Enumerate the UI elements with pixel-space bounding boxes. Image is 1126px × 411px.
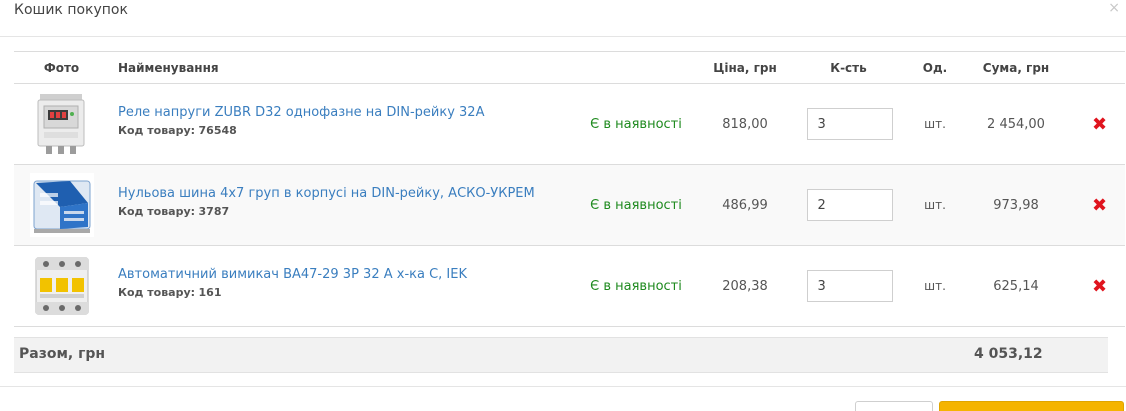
product-photo-cell xyxy=(14,245,109,327)
product-code: Код товару: 76548 xyxy=(118,124,573,137)
modal-title: Кошик покупок xyxy=(14,2,128,18)
unit-cell: шт. xyxy=(906,245,964,327)
stock-cell: Є в наявності xyxy=(573,164,699,246)
qty-cell xyxy=(791,164,906,246)
price-cell: 486,99 xyxy=(699,164,791,246)
qty-cell xyxy=(791,245,906,327)
stock-status: Є в наявності xyxy=(590,197,682,213)
stock-status: Є в наявності xyxy=(590,278,682,294)
continue-shopping-button[interactable] xyxy=(855,401,933,411)
sum-cell: 973,98 xyxy=(964,164,1068,246)
total-row: Разом, грн 4 053,12 xyxy=(14,337,1108,373)
header-photo: Фото xyxy=(14,51,109,84)
circuit-breaker-image[interactable] xyxy=(29,254,94,318)
product-code: Код товару: 3787 xyxy=(118,205,573,218)
neutral-busbar-image[interactable] xyxy=(29,173,94,237)
delete-icon[interactable]: ✖ xyxy=(1092,276,1107,297)
unit-cell: шт. xyxy=(906,164,964,246)
product-code-value: 3787 xyxy=(198,205,230,218)
product-name-link[interactable]: Нульова шина 4х7 груп в корпусі на DIN-р… xyxy=(118,186,573,201)
table-row: Нульова шина 4х7 груп в корпусі на DIN-р… xyxy=(14,164,1125,246)
delete-icon[interactable]: ✖ xyxy=(1092,114,1107,135)
total-value: 4 053,12 xyxy=(974,346,1043,362)
product-info-cell: Нульова шина 4х7 груп в корпусі на DIN-р… xyxy=(109,164,573,246)
unit-label: шт. xyxy=(924,197,946,212)
quantity-input[interactable] xyxy=(806,270,893,302)
header-qty: К-сть xyxy=(791,51,906,84)
product-photo-cell xyxy=(14,83,109,165)
product-code-label: Код товару: xyxy=(118,124,196,137)
table-row: Автоматичний вимикач ВА47-29 3Р 32 А х-к… xyxy=(14,245,1125,327)
voltage-relay-image[interactable] xyxy=(29,92,94,156)
quantity-input[interactable] xyxy=(806,189,893,221)
modal-header: Кошик покупок × xyxy=(0,0,1126,37)
delete-cell: ✖ xyxy=(1068,245,1125,327)
product-info-cell: Автоматичний вимикач ВА47-29 3Р 32 А х-к… xyxy=(109,245,573,327)
table-header-row: Фото Найменування Ціна, грн К-сть Од. Су… xyxy=(14,51,1125,84)
product-code-value: 161 xyxy=(198,286,222,299)
header-delete xyxy=(1068,51,1125,84)
table-row: Реле напруги ZUBR D32 однофазне на DIN-р… xyxy=(14,83,1125,165)
product-code: Код товару: 161 xyxy=(118,286,573,299)
unit-cell: шт. xyxy=(906,83,964,165)
total-label: Разом, грн xyxy=(19,346,106,362)
header-stock xyxy=(573,51,699,84)
cart-modal: Кошик покупок × Фото Найменування Ціна, … xyxy=(0,0,1126,411)
header-name: Найменування xyxy=(109,51,573,84)
unit-label: шт. xyxy=(924,116,946,131)
cart-table: Фото Найменування Ціна, грн К-сть Од. Су… xyxy=(14,51,1125,327)
product-code-value: 76548 xyxy=(198,124,237,137)
header-sum: Сума, грн xyxy=(964,51,1068,84)
footer-divider xyxy=(0,386,1126,387)
product-code-label: Код товару: xyxy=(118,205,196,218)
product-info-cell: Реле напруги ZUBR D32 однофазне на DIN-р… xyxy=(109,83,573,165)
sum-cell: 625,14 xyxy=(964,245,1068,327)
product-code-label: Код товару: xyxy=(118,286,196,299)
stock-cell: Є в наявності xyxy=(573,245,699,327)
sum-cell: 2 454,00 xyxy=(964,83,1068,165)
product-name-link[interactable]: Реле напруги ZUBR D32 однофазне на DIN-р… xyxy=(118,105,573,120)
checkout-button[interactable] xyxy=(939,401,1124,411)
delete-cell: ✖ xyxy=(1068,164,1125,246)
price-cell: 818,00 xyxy=(699,83,791,165)
delete-cell: ✖ xyxy=(1068,83,1125,165)
stock-cell: Є в наявності xyxy=(573,83,699,165)
close-icon[interactable]: × xyxy=(1108,0,1120,16)
price-cell: 208,38 xyxy=(699,245,791,327)
header-price: Ціна, грн xyxy=(699,51,791,84)
product-photo-cell xyxy=(14,164,109,246)
product-name-link[interactable]: Автоматичний вимикач ВА47-29 3Р 32 А х-к… xyxy=(118,267,573,282)
quantity-input[interactable] xyxy=(806,108,893,140)
qty-cell xyxy=(791,83,906,165)
unit-label: шт. xyxy=(924,278,946,293)
delete-icon[interactable]: ✖ xyxy=(1092,195,1107,216)
stock-status: Є в наявності xyxy=(590,116,682,132)
header-unit: Од. xyxy=(906,51,964,84)
